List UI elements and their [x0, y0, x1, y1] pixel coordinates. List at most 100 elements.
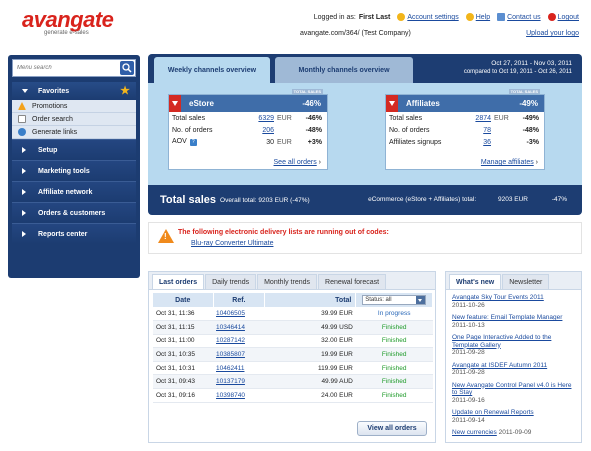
favorite-promotions[interactable]: Promotions — [12, 100, 136, 113]
table-row[interactable]: Oct 31, 11:15 10346414 49.99 USD Finishe… — [153, 320, 433, 335]
row-label: AOV? — [172, 138, 244, 146]
status-filter-select[interactable]: Status: all — [362, 295, 427, 305]
chevron-right-icon — [22, 189, 26, 195]
total-sales-bar: Total sales Overall total: 9203 EUR (-47… — [148, 185, 582, 215]
news-title-link[interactable]: One Page Interactive Added to the Templa… — [452, 334, 575, 349]
news-title-link[interactable]: New currencies — [452, 429, 497, 436]
order-date: Oct 31, 11:15 — [153, 320, 214, 335]
help-icon[interactable]: ? — [189, 139, 197, 146]
col-status: Status: all — [355, 293, 433, 307]
news-title-link[interactable]: Avangate Sky Tour Events 2011 — [452, 294, 575, 302]
row-pct: -48% — [522, 126, 539, 134]
delivery-warning: The following electronic delivery lists … — [148, 222, 582, 254]
search-icon — [122, 63, 132, 73]
order-ref-link[interactable]: 10137179 — [213, 374, 265, 390]
estore-pct: -46% — [302, 99, 321, 108]
sidebar-item-reports-center[interactable]: Reports center — [12, 223, 136, 244]
help-link[interactable]: Help — [465, 13, 490, 21]
order-status: Finished — [355, 361, 433, 376]
news-title-link[interactable]: New Avangate Control Panel v4.0 is Here … — [452, 382, 575, 397]
list-item: One Page Interactive Added to the Templa… — [452, 334, 575, 357]
news-title-link[interactable]: New feature: Email Template Manager — [452, 314, 575, 322]
account-settings-link[interactable]: Account settings — [397, 13, 459, 21]
view-all-orders-button[interactable]: View all orders — [357, 421, 427, 436]
col-date[interactable]: Date — [153, 293, 214, 307]
estore-title: eStore — [189, 99, 214, 108]
logo[interactable]: avangate generate e-sales — [22, 9, 114, 37]
table-row[interactable]: Oct 31, 10:31 10462411 119.99 EUR Finish… — [153, 361, 433, 376]
news-title-link[interactable]: Update on Renewal Reports — [452, 409, 575, 417]
row-label: Affiliates signups — [389, 138, 442, 146]
news-date: 2011-09-14 — [452, 416, 485, 424]
user-name: First Last — [358, 13, 391, 21]
estore-card: eStore TOTAL SALES -46% Total sales 6329… — [168, 89, 328, 170]
row-label: No. of orders — [172, 126, 213, 134]
sidebar-item-setup[interactable]: Setup — [12, 139, 136, 160]
table-row[interactable]: Oct 31, 11:00 10287142 32.00 EUR Finishe… — [153, 334, 433, 349]
upload-logo-link[interactable]: Upload your logo — [526, 30, 579, 37]
tab-last-orders[interactable]: Last orders — [152, 274, 205, 289]
tab-weekly-overview[interactable]: Weekly channels overview — [154, 57, 270, 83]
order-total: 32.00 EUR — [264, 334, 356, 349]
order-ref-link[interactable]: 10346414 — [213, 320, 265, 335]
order-date: Oct 31, 09:43 — [153, 374, 214, 390]
chevron-down-icon — [22, 89, 28, 93]
date-range-compare: compared to Oct 19, 2011 - Oct 26, 2011 — [463, 69, 572, 75]
star-icon[interactable]: ★ — [120, 84, 130, 97]
affiliates-orders-link[interactable]: 78 — [461, 127, 491, 134]
col-total[interactable]: Total — [264, 293, 357, 307]
chevron-down-icon — [416, 296, 426, 304]
tab-renewal-forecast[interactable]: Renewal forecast — [318, 274, 387, 289]
delivery-list-link[interactable]: Blu-ray Converter Ultimate — [191, 240, 273, 247]
estore-total-sales-link[interactable]: 6329 — [244, 115, 274, 122]
contact-us-link[interactable]: Contact us — [497, 13, 541, 21]
estore-orders-link[interactable]: 206 — [244, 127, 274, 134]
order-ref-link[interactable]: 10287142 — [213, 334, 265, 349]
tab-monthly-trends[interactable]: Monthly trends — [257, 274, 318, 289]
order-ref-link[interactable]: 10398740 — [213, 388, 265, 403]
menu-search-input[interactable] — [13, 65, 113, 71]
tab-monthly-overview[interactable]: Monthly channels overview — [275, 57, 413, 83]
sidebar-item-orders-customers[interactable]: Orders & customers — [12, 202, 136, 223]
favorites-header[interactable]: Favorites ★ — [12, 82, 136, 100]
chevron-right-icon — [22, 147, 26, 153]
affiliates-signups-link[interactable]: 36 — [461, 139, 491, 146]
row-pct: -48% — [305, 126, 322, 134]
news-title-link[interactable]: Avangate at ISDEF Autumn 2011 — [452, 362, 575, 370]
order-date: Oct 31, 09:16 — [153, 388, 214, 403]
tab-daily-trends[interactable]: Daily trends — [205, 274, 257, 289]
list-item: New currencies 2011-09-09 — [452, 429, 575, 437]
logout-link[interactable]: Logout — [547, 13, 579, 21]
row-pct: -3% — [526, 138, 539, 146]
favorite-generate-links[interactable]: Generate links — [12, 126, 136, 139]
favorite-order-search[interactable]: Order search — [12, 113, 136, 126]
manage-affiliates-link[interactable]: Manage affiliates › — [481, 159, 538, 166]
table-row[interactable]: Oct 31, 11:36 10406505 39.99 EUR In prog… — [153, 307, 433, 322]
sidebar-item-marketing-tools[interactable]: Marketing tools — [12, 160, 136, 181]
list-item: Avangate at ISDEF Autumn 2011 2011-09-28 — [452, 362, 575, 377]
see-all-orders-link[interactable]: See all orders › — [274, 159, 321, 166]
affiliates-card-header: Affiliates TOTAL SALES -49% — [386, 89, 544, 112]
news-date: 2011-09-09 — [498, 429, 532, 436]
tab-newsletter[interactable]: Newsletter — [502, 274, 550, 289]
order-status: Finished — [355, 320, 433, 335]
col-ref[interactable]: Ref. — [213, 293, 266, 307]
order-ref-link[interactable]: 10406505 — [213, 307, 265, 322]
row-unit: EUR — [277, 114, 292, 122]
table-row[interactable]: Oct 31, 09:43 10137179 49.99 AUD Finishe… — [153, 374, 433, 390]
date-range: Oct 27, 2011 - Nov 03, 2011 compared to … — [464, 60, 572, 76]
header-user-bar: Logged in as: First Last Account setting… — [314, 13, 579, 21]
sidebar-item-affiliate-network[interactable]: Affiliate network — [12, 181, 136, 202]
search-button[interactable] — [120, 61, 134, 75]
favorite-label: Generate links — [32, 128, 78, 136]
list-item: Update on Renewal Reports 2011-09-14 — [452, 409, 575, 424]
news-date: 2011-09-28 — [452, 369, 485, 376]
ecommerce-pct: -47% — [551, 196, 567, 203]
table-row[interactable]: Oct 31, 09:16 10398740 24.00 EUR Finishe… — [153, 388, 433, 403]
table-row[interactable]: Oct 31, 10:35 10385807 19.99 EUR Finishe… — [153, 347, 433, 362]
order-ref-link[interactable]: 10462411 — [213, 361, 265, 376]
tab-whats-new[interactable]: What's new — [449, 274, 502, 289]
arrow-down-icon — [169, 95, 181, 112]
affiliates-total-sales-link[interactable]: 2874 — [461, 115, 491, 122]
order-ref-link[interactable]: 10385807 — [213, 347, 265, 362]
